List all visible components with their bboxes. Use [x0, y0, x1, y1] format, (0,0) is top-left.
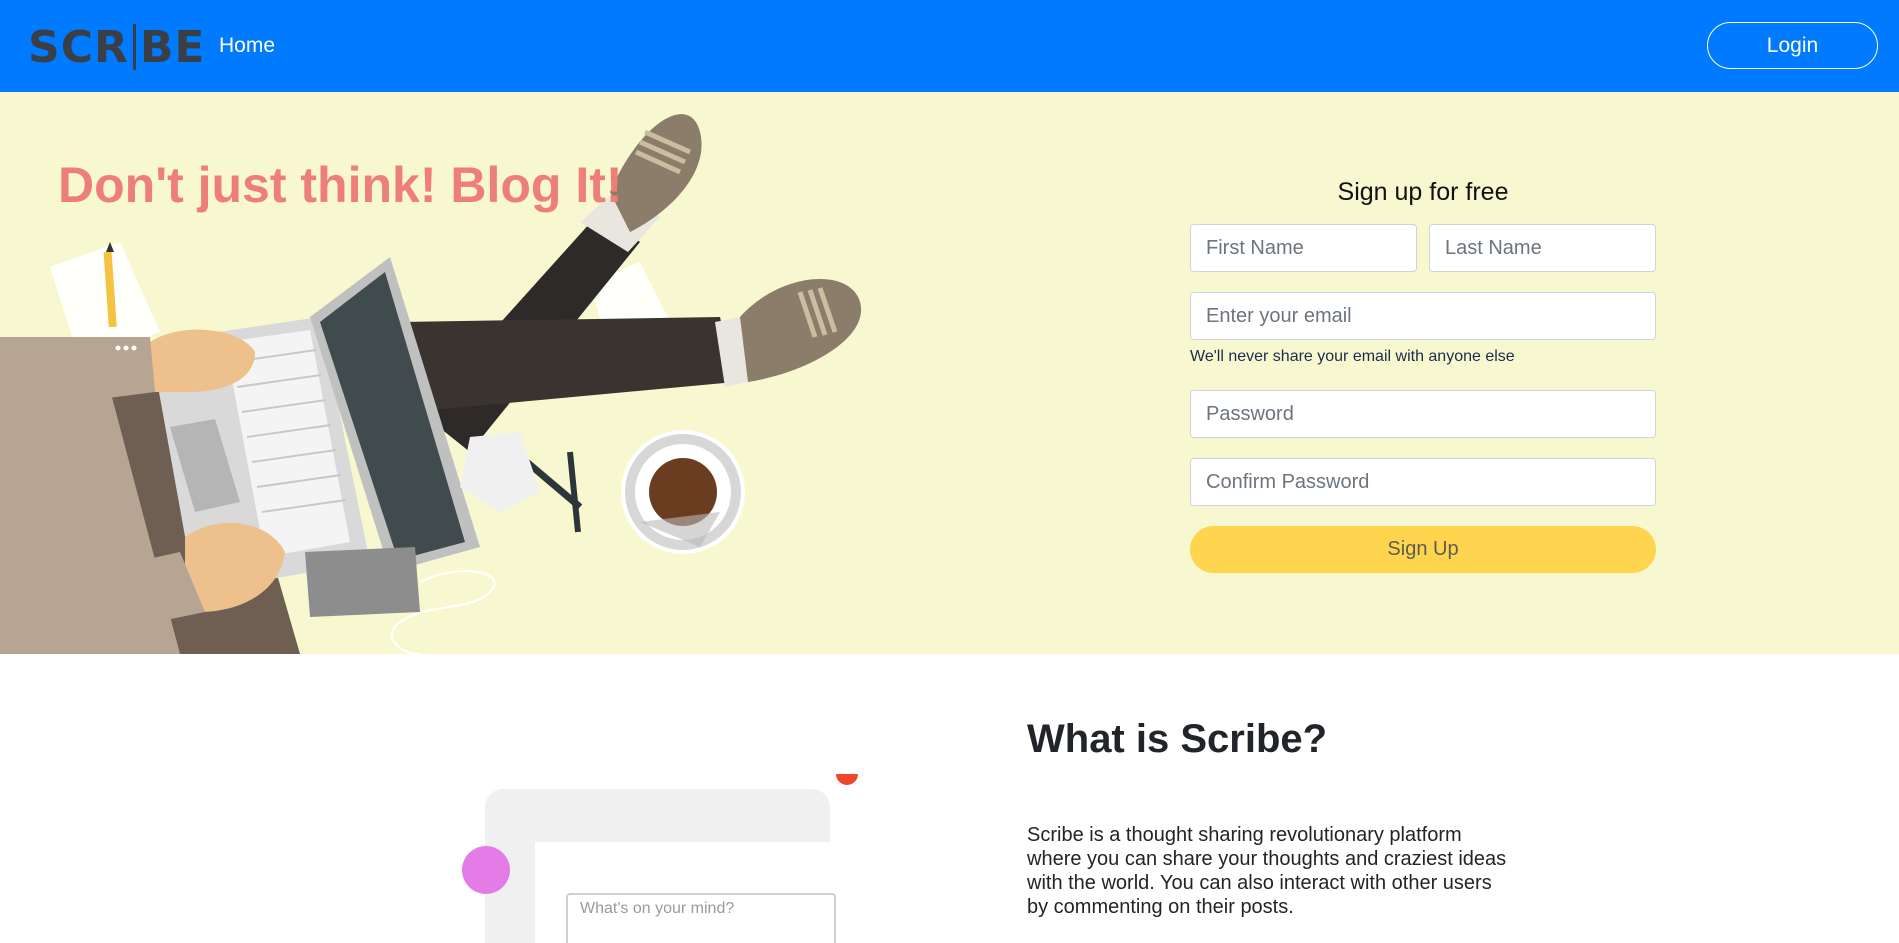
login-button[interactable]: Login	[1707, 22, 1878, 69]
navbar: SCR BE Home Login	[0, 0, 1899, 92]
email-help-text: We'll never share your email with anyone…	[1190, 348, 1515, 365]
logo-text-right: BE	[139, 21, 206, 73]
confirm-password-input[interactable]: Confirm Password	[1190, 458, 1656, 506]
first-name-input[interactable]: First Name	[1190, 224, 1417, 272]
last-name-input[interactable]: Last Name	[1429, 224, 1656, 272]
nav-home-link[interactable]: Home	[219, 34, 275, 58]
post-input-placeholder: What's on your mind?	[580, 900, 735, 917]
signup-form: Sign up for free First Name Last Name En…	[1190, 178, 1656, 573]
hero-section: Don't just think! Blog It! Sign up for f…	[0, 92, 1899, 654]
scribe-logo[interactable]: SCR BE	[28, 21, 206, 73]
signup-button[interactable]: Sign Up	[1190, 526, 1656, 573]
email-input[interactable]: Enter your email	[1190, 292, 1656, 340]
about-section: What's on your mind? What is Scribe? Scr…	[0, 654, 1899, 943]
hero-headline: Don't just think! Blog It!	[58, 157, 623, 213]
name-row: First Name Last Name	[1190, 224, 1656, 272]
logo-cursor-icon	[132, 24, 136, 70]
signup-title: Sign up for free	[1337, 178, 1509, 206]
logo-text-left: SCR	[28, 21, 129, 73]
password-input[interactable]: Password	[1190, 390, 1656, 438]
about-title: What is Scribe?	[1027, 717, 1328, 761]
about-description: Scribe is a thought sharing revolutionar…	[1027, 824, 1507, 918]
